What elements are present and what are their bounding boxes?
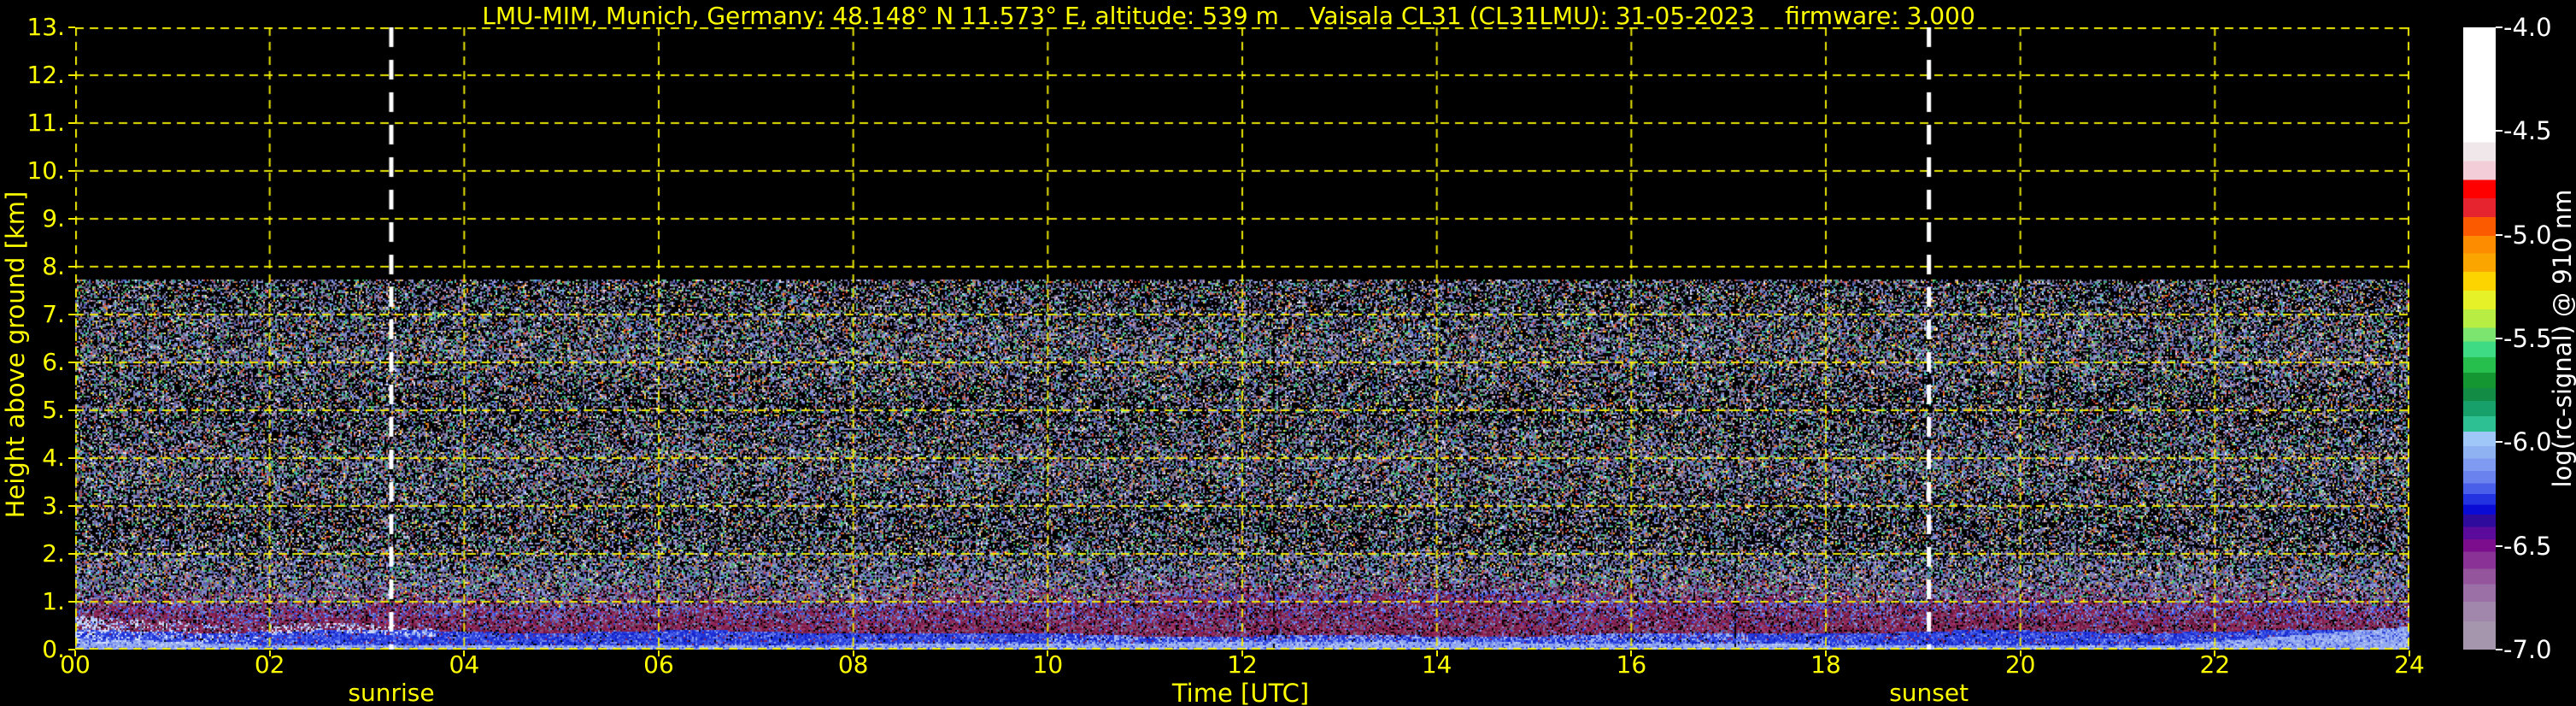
y-tick-label: 10.: [0, 156, 65, 185]
sunrise-annotation: sunrise: [348, 679, 434, 706]
y-tick-label: 11.: [0, 109, 65, 138]
colorbar-tick-label: -6.5: [2503, 532, 2552, 561]
x-axis-label: Time [UTC]: [1172, 679, 1309, 706]
y-tick-label: 2.: [0, 539, 65, 568]
colorbar-tick-label: -4.5: [2503, 116, 2552, 145]
x-tick-mark: [74, 650, 76, 656]
x-tick-mark: [2409, 650, 2410, 656]
y-tick-mark: [68, 601, 75, 603]
y-tick-label: 4.: [0, 444, 65, 473]
x-tick-mark: [1047, 650, 1048, 656]
x-tick-mark: [658, 650, 660, 656]
y-tick-mark: [68, 457, 75, 459]
y-tick-mark: [68, 314, 75, 315]
y-tick-mark: [68, 122, 75, 124]
y-tick-mark: [68, 553, 75, 555]
colorbar-tick-mark: [2496, 545, 2503, 547]
x-tick-mark: [853, 650, 854, 656]
colorbar-tick-mark: [2496, 338, 2503, 339]
colorbar-tick-mark: [2496, 234, 2503, 236]
colorbar: [2463, 27, 2496, 650]
x-tick-mark: [2020, 650, 2021, 656]
colorbar-tick-label: -5.5: [2503, 324, 2552, 353]
colorbar-tick-label: -6.0: [2503, 427, 2552, 456]
colorbar-tick-mark: [2496, 130, 2503, 132]
colorbar-tick-label: -5.0: [2503, 221, 2552, 250]
y-tick-label: 7.: [0, 300, 65, 329]
y-tick-label: 3.: [0, 491, 65, 521]
ceilometer-quicklook-figure: LMU-MIM, Munich, Germany; 48.148° N 11.5…: [0, 0, 2576, 706]
y-tick-mark: [68, 26, 75, 28]
x-tick-mark: [463, 650, 465, 656]
x-tick-mark: [1436, 650, 1438, 656]
y-tick-label: 0.: [0, 635, 65, 664]
y-tick-label: 8.: [0, 252, 65, 281]
y-tick-mark: [68, 266, 75, 268]
plot-title: LMU-MIM, Munich, Germany; 48.148° N 11.5…: [482, 2, 1975, 30]
colorbar-tick-label: -7.0: [2503, 635, 2552, 664]
x-tick-mark: [1241, 650, 1243, 656]
x-tick-mark: [269, 650, 271, 656]
y-tick-mark: [68, 218, 75, 220]
y-tick-label: 12.: [0, 61, 65, 90]
sunset-annotation: sunset: [1889, 679, 1969, 706]
y-tick-label: 6.: [0, 348, 65, 377]
y-tick-label: 13.: [0, 13, 65, 42]
x-tick-mark: [1825, 650, 1827, 656]
x-tick-mark: [1630, 650, 1632, 656]
colorbar-tick-mark: [2496, 649, 2503, 650]
y-tick-label: 5.: [0, 396, 65, 425]
x-tick-mark: [2214, 650, 2215, 656]
y-tick-mark: [68, 505, 75, 507]
colorbar-tick-label: -4.0: [2503, 13, 2552, 42]
y-tick-mark: [68, 74, 75, 76]
y-tick-mark: [68, 362, 75, 363]
y-tick-label: 1.: [0, 587, 65, 616]
colorbar-label: log(rc-signal) @ 910 nm: [2548, 190, 2576, 488]
y-tick-mark: [68, 409, 75, 411]
colorbar-tick-mark: [2496, 441, 2503, 443]
y-tick-mark: [68, 170, 75, 172]
colorbar-tick-mark: [2496, 26, 2503, 28]
backscatter-heatmap-canvas: [75, 27, 2409, 650]
y-tick-label: 9.: [0, 204, 65, 233]
